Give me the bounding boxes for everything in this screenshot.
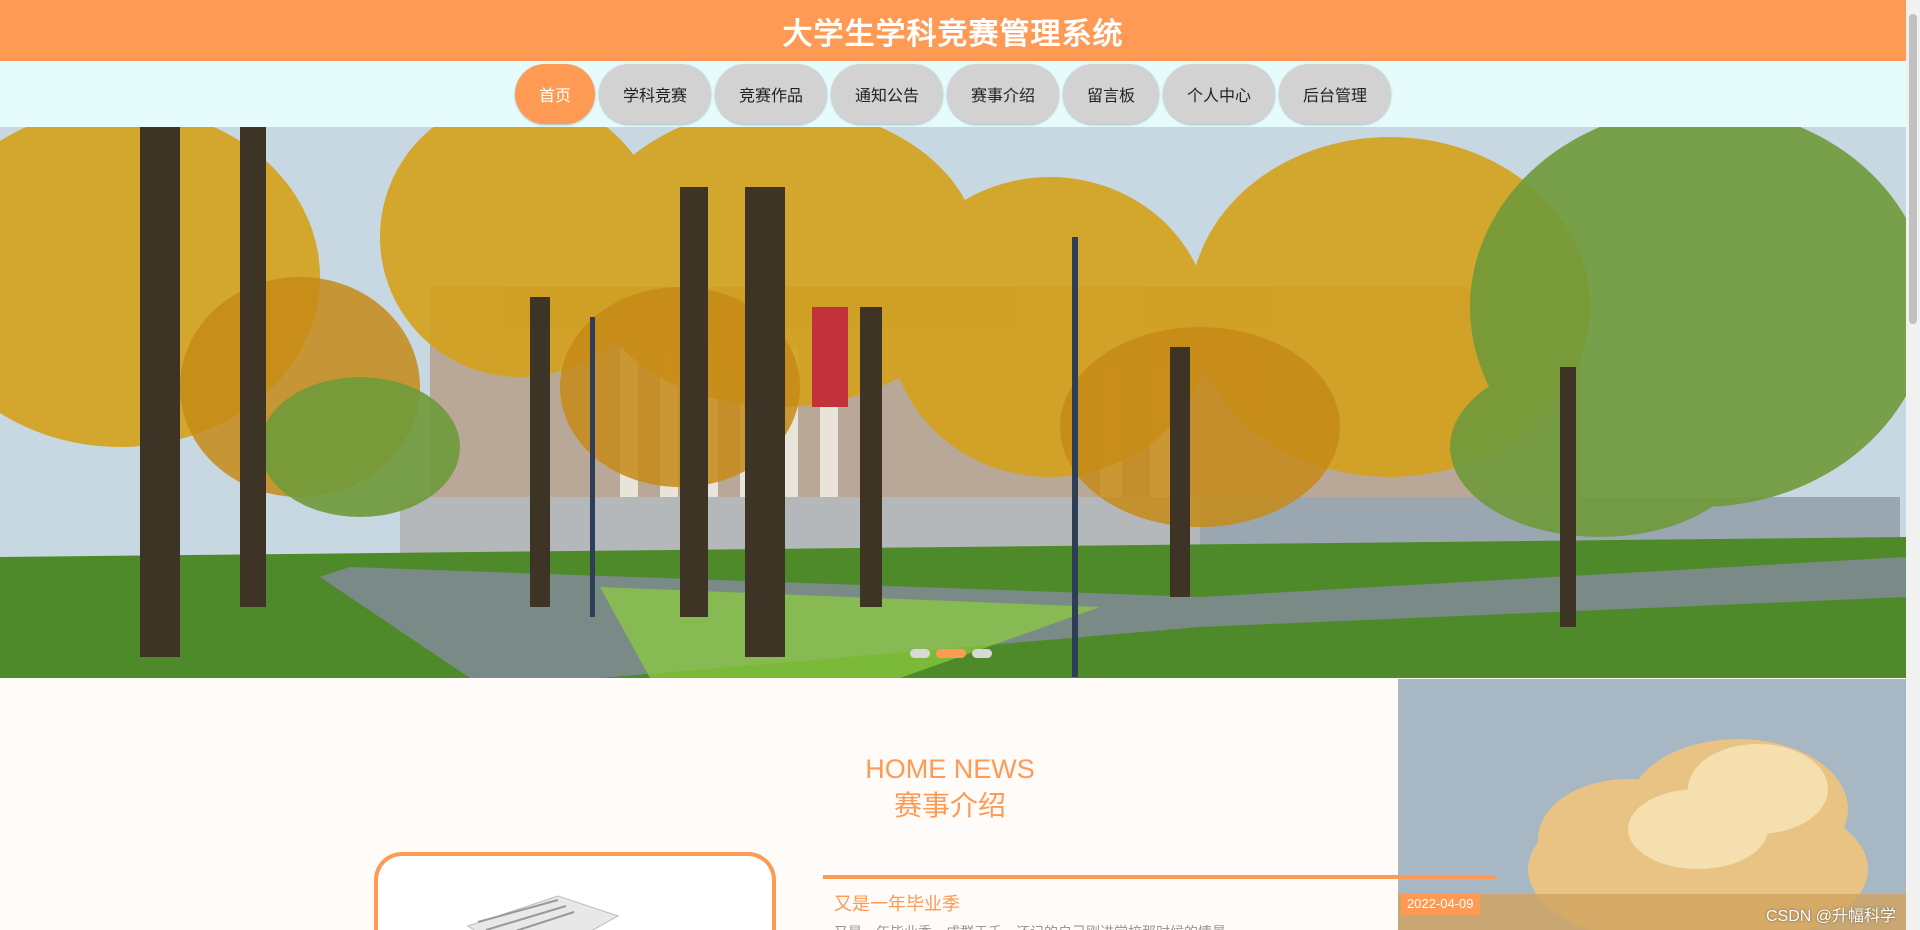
news-image-card[interactable] [374, 852, 776, 930]
nav-label: 个人中心 [1187, 88, 1252, 105]
news-heading: HOME NEWS 赛事介绍 [820, 752, 1080, 826]
nav-label: 竞赛作品 [738, 88, 803, 105]
nav-item-notices[interactable]: 通知公告 [830, 64, 943, 124]
nav-label: 学科竞赛 [622, 88, 687, 105]
news-divider [823, 875, 1496, 879]
carousel-dot-active[interactable] [936, 649, 966, 658]
nav-item-home[interactable]: 首页 [514, 64, 595, 124]
news-title-link[interactable]: 又是一年毕业季 [834, 890, 960, 916]
site-title: 大学生学科竞赛管理系统 [782, 17, 1124, 51]
nav-item-messages[interactable]: 留言板 [1063, 64, 1160, 124]
nav-label: 后台管理 [1303, 88, 1368, 105]
nav-item-works[interactable]: 竞赛作品 [714, 64, 827, 124]
nav-label: 赛事介绍 [971, 88, 1036, 105]
banner-image [0, 127, 1906, 678]
watermark: CSDN @升幅科学 [1766, 908, 1897, 925]
nav-item-profile[interactable]: 个人中心 [1163, 64, 1276, 124]
paper-image [466, 895, 620, 930]
nav-item-competitions[interactable]: 学科竞赛 [598, 64, 711, 124]
scrollbar-thumb[interactable] [1909, 14, 1917, 324]
news-excerpt: 又是一年毕业季，成群于千，还记的自己刚进学校那时候的情景， [834, 922, 1474, 930]
main-nav: 首页 学科竞赛 竞赛作品 通知公告 赛事介绍 留言板 个人中心 后台管理 [0, 61, 1906, 127]
nav-item-events[interactable]: 赛事介绍 [947, 64, 1060, 124]
nav-label: 通知公告 [854, 88, 919, 105]
carousel-dot[interactable] [910, 649, 930, 658]
nav-item-admin[interactable]: 后台管理 [1279, 64, 1392, 124]
banner-carousel[interactable] [0, 127, 1906, 678]
site-header: 大学生学科竞赛管理系统 [0, 0, 1906, 61]
nav-label: 首页 [538, 88, 571, 105]
news-date-badge: 2022-04-09 [1401, 893, 1480, 915]
carousel-dot[interactable] [972, 649, 992, 658]
news-heading-en: HOME NEWS [865, 754, 1035, 784]
carousel-dots [910, 649, 992, 658]
nav-label: 留言板 [1087, 88, 1136, 105]
page: 大学生学科竞赛管理系统 首页 学科竞赛 竞赛作品 通知公告 赛事介绍 留言板 个… [0, 0, 1920, 930]
scrollbar[interactable] [1906, 0, 1920, 930]
news-heading-zh: 赛事介绍 [893, 790, 1006, 821]
